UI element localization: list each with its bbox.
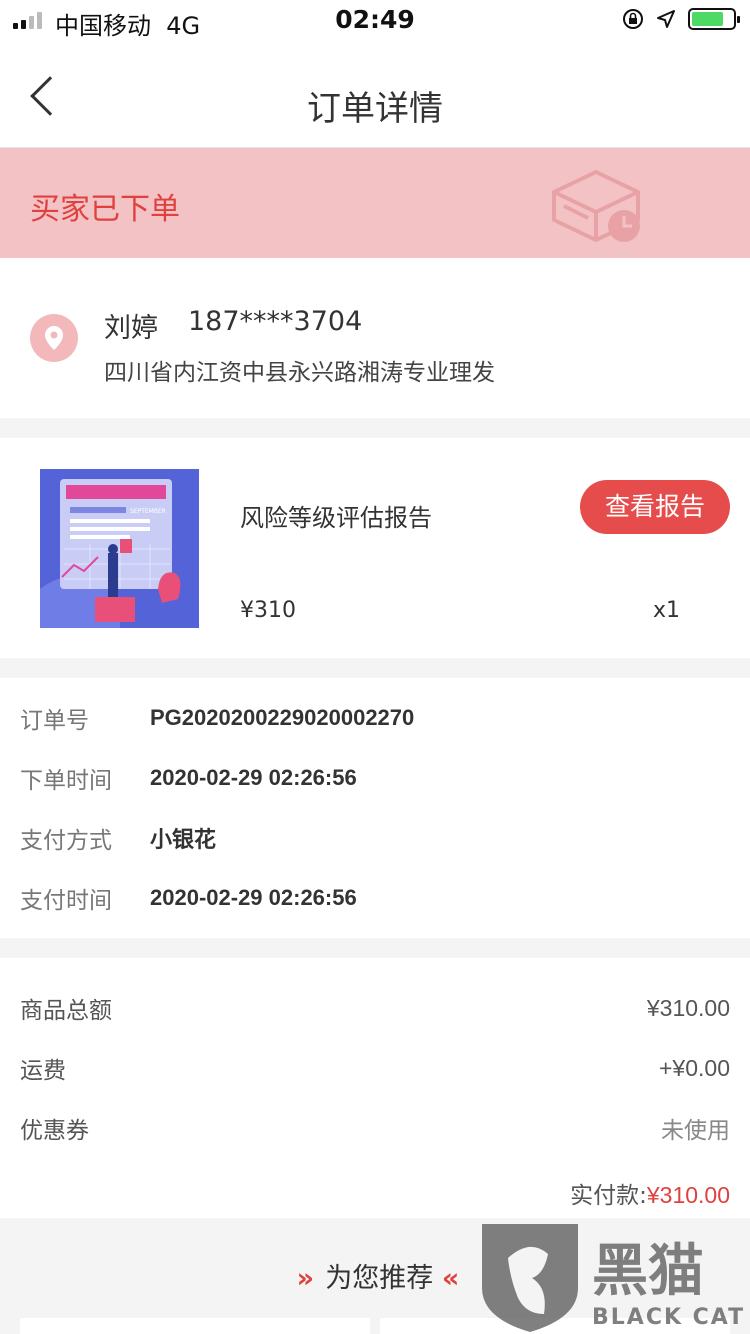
coupon-row: 优惠券 未使用 (20, 1108, 730, 1148)
order-info-section: 订单号 PG2020200229020002270 下单时间 2020-02-2… (0, 678, 750, 938)
coupon-value: 未使用 (661, 1117, 730, 1143)
shipping-value: +¥0.00 (659, 1054, 730, 1081)
nav-bar: 订单详情 (0, 44, 750, 148)
shipping-row: 运费 +¥0.00 (20, 1048, 730, 1088)
double-chevron-right-icon: » (296, 1263, 315, 1294)
recommend-title: 为您推荐 (325, 1263, 434, 1294)
address-detail: 四川省内江资中县永兴路湘涛专业理发 (104, 360, 495, 386)
double-chevron-left-icon: « (441, 1263, 460, 1294)
subtotal-value: ¥310.00 (646, 994, 730, 1021)
recipient-name: 刘婷 (104, 313, 158, 344)
order-time-row: 下单时间 2020-02-29 02:26:56 (20, 758, 357, 798)
thumbnail-label: SEPTEMBER (130, 508, 166, 515)
product-price: ¥310 (240, 598, 296, 623)
recipient-phone: 187****3704 (188, 306, 363, 337)
order-number-value: PG2020200229020002270 (150, 705, 415, 730)
payment-method-value: 小银花 (150, 827, 217, 852)
order-number-label: 订单号 (20, 708, 89, 734)
order-time-value: 2020-02-29 02:26:56 (150, 765, 357, 790)
battery-icon (688, 8, 740, 30)
status-bar: 中国移动 4G 02:49 (0, 0, 750, 44)
order-status-text: 买家已下单 (30, 192, 180, 227)
payment-method-label: 支付方式 (20, 828, 112, 854)
location-pin-icon (30, 314, 78, 362)
paid-label: 实付款: (570, 1183, 647, 1209)
amount-summary: 商品总额 ¥310.00 运费 +¥0.00 优惠券 未使用 实付款:¥310.… (0, 958, 750, 1218)
package-clock-icon (552, 170, 640, 242)
black-cat-watermark: 黑猫 BLACK CAT (482, 1224, 745, 1332)
subtotal-row: 商品总额 ¥310.00 (20, 988, 730, 1028)
paid-value: ¥310.00 (646, 1182, 730, 1208)
order-time-label: 下单时间 (20, 768, 112, 794)
product-thumbnail: SEPTEMBER (40, 469, 199, 628)
shipping-address[interactable]: 刘婷 187****3704 四川省内江资中县永兴路湘涛专业理发 (0, 258, 750, 418)
order-status-banner: 买家已下单 (0, 148, 750, 258)
order-number-row: 订单号 PG2020200229020002270 (20, 698, 414, 738)
page-title: 订单详情 (307, 89, 443, 129)
product-name: 风险等级评估报告 (240, 504, 432, 532)
status-icons (622, 8, 740, 30)
shipping-label: 运费 (20, 1058, 66, 1084)
subtotal-label: 商品总额 (20, 998, 112, 1024)
watermark-cn: 黑猫 (592, 1239, 704, 1304)
payment-time-label: 支付时间 (20, 888, 112, 914)
coupon-label: 优惠券 (20, 1118, 89, 1144)
paid-total: 实付款:¥310.00 (570, 1176, 730, 1210)
location-icon (657, 10, 675, 28)
payment-time-row: 支付时间 2020-02-29 02:26:56 (20, 878, 357, 918)
recommend-card[interactable] (20, 1318, 370, 1334)
product-item[interactable]: SEPTEMBER 风险等级评估报告 ¥310 x1 查看报告 (0, 438, 750, 658)
product-quantity: x1 (652, 598, 680, 623)
view-report-button[interactable]: 查看报告 (580, 480, 730, 534)
rotation-lock-icon (623, 9, 643, 29)
payment-time-value: 2020-02-29 02:26:56 (150, 885, 357, 910)
watermark-en: BLACK CAT (592, 1305, 745, 1330)
payment-method-row: 支付方式 小银花 (20, 818, 216, 858)
